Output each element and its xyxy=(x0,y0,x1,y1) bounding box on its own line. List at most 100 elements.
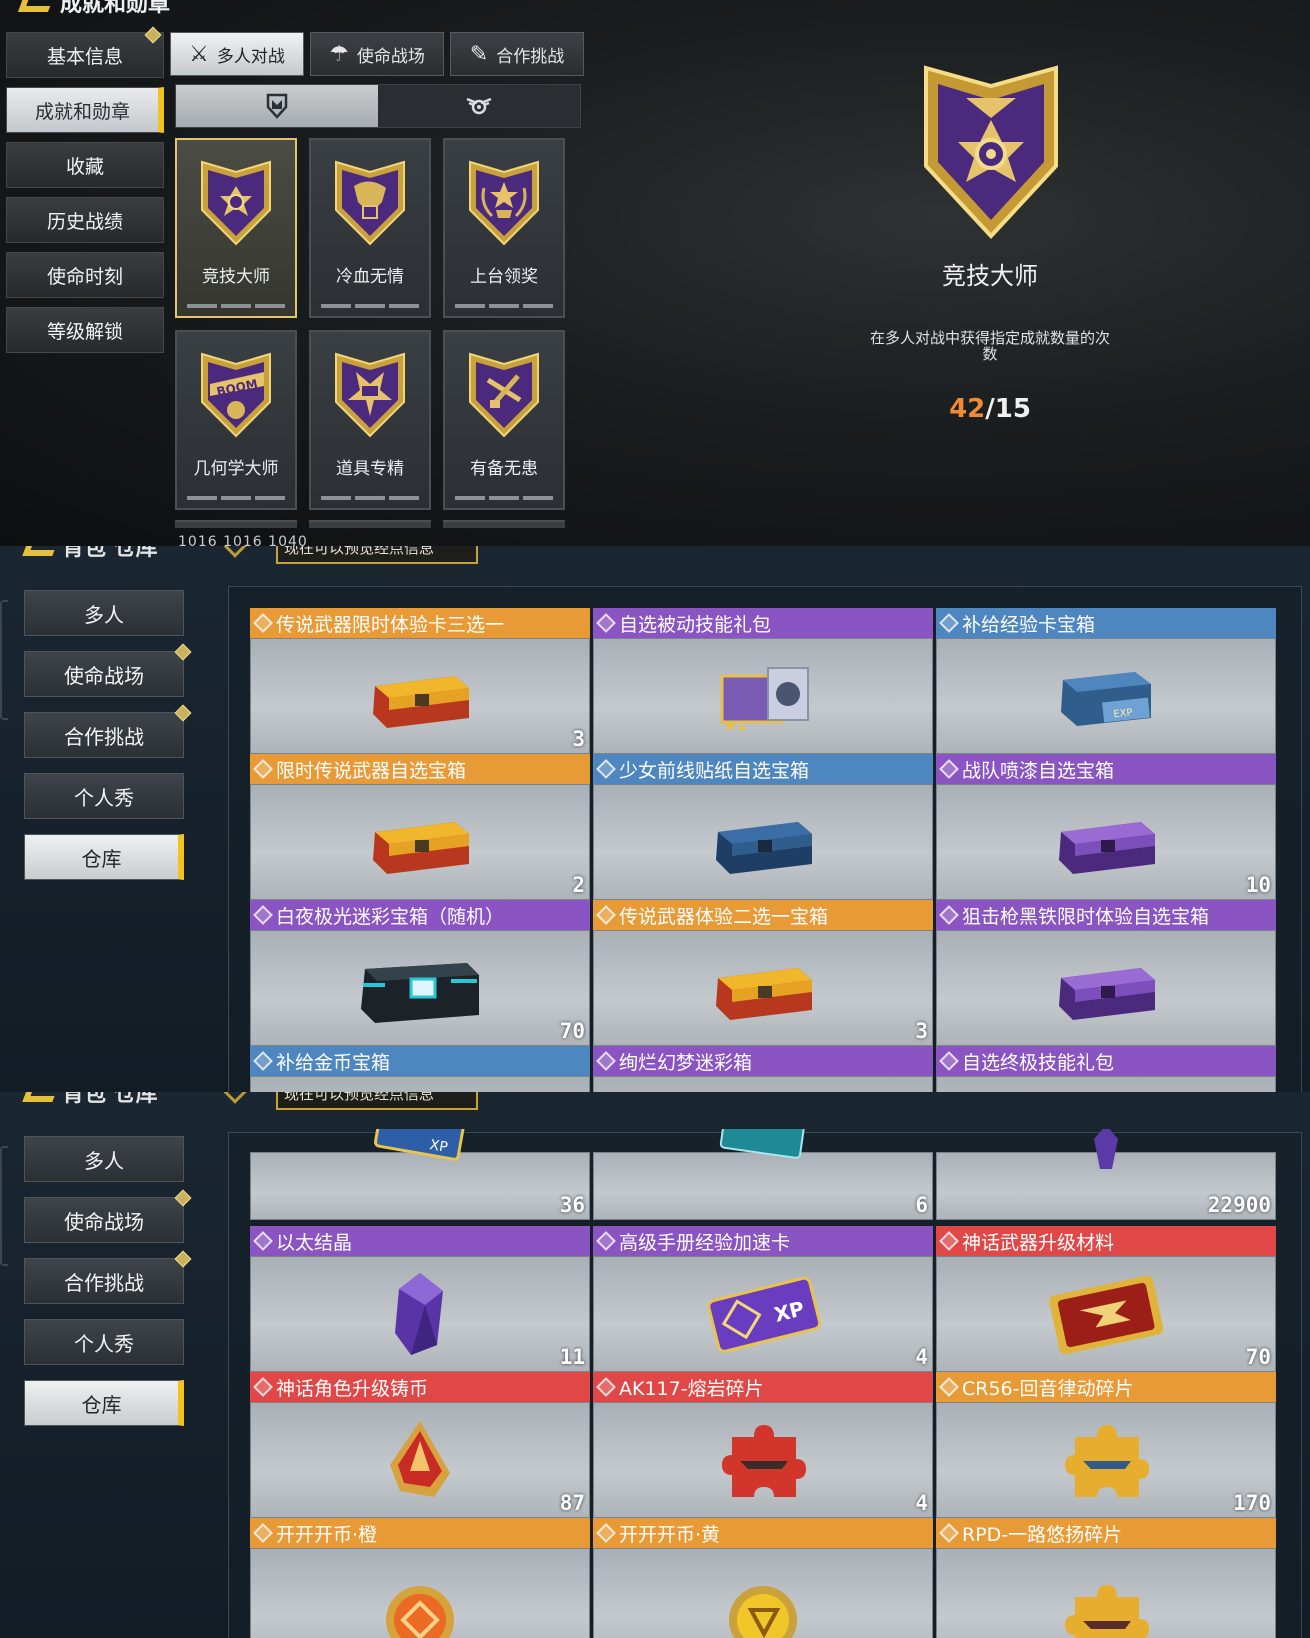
inventory-item[interactable]: 神话武器升级材料 70 xyxy=(936,1226,1276,1372)
notification-badge-icon xyxy=(174,704,192,722)
rarity-diamond-icon xyxy=(596,905,616,925)
sidebar-item-label: 历史战绩 xyxy=(46,210,123,233)
sidebar-item-label: 收藏 xyxy=(65,155,104,178)
item-count: 36 xyxy=(559,1193,585,1217)
tab-emblems[interactable] xyxy=(378,85,580,127)
warehouse-screen: 背包 仓库 现在可以预览经点信息 多人 使命战场 合作挑战 个人秀 仓库 XP 3… xyxy=(0,1092,1310,1638)
purple-crate-icon xyxy=(1059,822,1155,874)
tools-medal-icon xyxy=(469,352,539,438)
tab-coop[interactable]: ✎ 合作挑战 xyxy=(450,32,584,76)
medal-card[interactable]: 道具专精 xyxy=(309,330,431,510)
sidebar-item-multiplayer[interactable]: 多人 xyxy=(24,1136,184,1182)
info-banner[interactable]: 现在可以预览经点信息 xyxy=(276,546,478,564)
selected-medal-icon xyxy=(924,65,1058,239)
sidebar-item-label: 个人秀 xyxy=(74,785,134,810)
rarity-diamond-icon xyxy=(596,1523,616,1543)
sidebar-item-basic-info[interactable]: 基本信息 xyxy=(6,26,164,78)
inventory-item[interactable]: 限时传说武器自选宝箱 2 xyxy=(250,754,590,900)
selected-medal-description: 在多人对战中获得指定成就数量的次数 xyxy=(870,329,1111,363)
medal-card[interactable]: 上台领奖 xyxy=(443,138,565,318)
sidebar-item-label: 个人秀 xyxy=(74,1331,134,1356)
inventory-item[interactable]: 22900 xyxy=(936,1129,1276,1220)
inventory-item[interactable]: 补给经验卡宝箱 EXP xyxy=(936,608,1276,754)
rarity-diamond-icon xyxy=(253,1523,273,1543)
item-name: 神话武器升级材料 xyxy=(962,1231,1115,1254)
inventory-item[interactable]: AK117-熔岩碎片 4 xyxy=(593,1372,933,1518)
rarity-diamond-icon xyxy=(253,1377,273,1397)
inventory-item[interactable]: 补给金币宝箱 xyxy=(250,1046,590,1092)
chevron-icon xyxy=(222,1092,248,1104)
back-chevron-icon[interactable] xyxy=(22,1092,60,1102)
sidebar-item-battle-royale[interactable]: 使命战场 xyxy=(24,643,192,697)
teal-crate-icon xyxy=(361,963,479,1023)
item-count: 6 xyxy=(915,1193,928,1217)
inventory-grid: 以太结晶 11 高级手册经验加速卡 XP 4 神话武器升级材料 70 神话角色升级… xyxy=(250,1226,1276,1638)
bomb-medal-icon xyxy=(335,352,405,438)
rarity-diamond-icon xyxy=(939,905,959,925)
sidebar-item-label: 仓库 xyxy=(81,1392,122,1417)
sidebar-item-label: 使命战场 xyxy=(64,1209,144,1234)
rarity-diamond-icon xyxy=(939,1377,959,1397)
back-chevron-icon[interactable] xyxy=(22,546,60,556)
inventory-item[interactable]: 自选终极技能礼包 xyxy=(936,1046,1276,1092)
sidebar-item-collection[interactable]: 收藏 xyxy=(6,142,164,188)
medal-name: 上台领奖 xyxy=(470,267,538,287)
gold-crate-icon xyxy=(373,676,469,728)
sidebar-item-coop[interactable]: 合作挑战 xyxy=(24,704,192,758)
inventory-item[interactable]: 以太结晶 11 xyxy=(250,1226,590,1372)
medal-shield-icon xyxy=(266,93,288,119)
inventory-item[interactable]: XP 36 xyxy=(250,1129,590,1220)
inventory-item[interactable]: 开开开币·黄 xyxy=(593,1518,933,1638)
sidebar-item-coop[interactable]: 合作挑战 xyxy=(24,1250,192,1304)
sidebar-item-achievements[interactable]: 成就和勋章 xyxy=(6,87,164,133)
sidebar-item-multiplayer[interactable]: 多人 xyxy=(24,590,184,636)
medal-card[interactable]: 有备无患 xyxy=(443,330,565,510)
item-name: AK117-熔岩碎片 xyxy=(619,1377,764,1400)
tab-medals[interactable] xyxy=(176,85,378,127)
inventory-item[interactable]: 高级手册经验加速卡 XP 4 xyxy=(593,1226,933,1372)
tab-battle-royale[interactable]: ☂ 使命战场 xyxy=(310,32,444,76)
inventory-item[interactable]: 狙击枪黑铁限时体验自选宝箱 xyxy=(936,900,1276,1046)
inventory-item[interactable]: 绚烂幻梦迷彩箱 xyxy=(593,1046,933,1092)
item-name: 补给经验卡宝箱 xyxy=(962,613,1096,636)
gold-crate-icon xyxy=(716,968,812,1020)
inventory-item[interactable]: 神话角色升级铸币 87 xyxy=(250,1372,590,1518)
inventory-item[interactable]: 传说武器体验二选一宝箱 3 xyxy=(593,900,933,1046)
sidebar-item-history[interactable]: 历史战绩 xyxy=(6,197,164,243)
sidebar-item-personal-show[interactable]: 个人秀 xyxy=(24,773,184,819)
info-banner[interactable]: 现在可以预览经点信息 xyxy=(276,1092,478,1110)
sidebar-item-personal-show[interactable]: 个人秀 xyxy=(24,1319,184,1365)
sidebar-item-warehouse[interactable]: 仓库 xyxy=(24,834,184,880)
rarity-diamond-icon xyxy=(253,1231,273,1251)
red-upgrade-plate-icon xyxy=(1049,1275,1164,1355)
item-name: 以太结晶 xyxy=(276,1231,353,1254)
back-chevron-icon[interactable] xyxy=(17,0,57,12)
gold-puzzle-fragment-icon xyxy=(1065,1584,1149,1638)
nav-rail xyxy=(0,600,8,720)
medal-card[interactable]: 竞技大师 xyxy=(175,138,297,318)
inventory-grid-partial: XP 36 6 22900 xyxy=(250,1129,1276,1220)
inventory-item[interactable]: 6 xyxy=(593,1129,933,1220)
inventory-item[interactable]: CR56-回音律动碎片 170 xyxy=(936,1372,1276,1518)
inventory-item[interactable]: 战队喷漆自选宝箱 10 xyxy=(936,754,1276,900)
header-strip: 背包 仓库 现在可以预览经点信息 xyxy=(0,546,1310,568)
sidebar-item-level-unlock[interactable]: 等级解锁 xyxy=(6,307,164,353)
medal-progress-bars xyxy=(455,496,553,500)
tab-multiplayer[interactable]: ⚔ 多人对战 xyxy=(170,32,304,76)
inventory-item[interactable]: RPD-一路悠扬碎片 xyxy=(936,1518,1276,1638)
inventory-item[interactable]: 自选被动技能礼包 xyxy=(593,608,933,754)
purple-crystal-icon xyxy=(395,1273,443,1355)
progress-current: 42 xyxy=(949,394,986,424)
inventory-item[interactable]: 白夜极光迷彩宝箱（随机） 70 xyxy=(250,900,590,1046)
item-name: CR56-回音律动碎片 xyxy=(962,1377,1134,1400)
sidebar-item-battle-royale[interactable]: 使命战场 xyxy=(24,1189,192,1243)
sidebar-item-warehouse[interactable]: 仓库 xyxy=(24,1380,184,1426)
sidebar-item-label: 使命战场 xyxy=(64,663,144,688)
sidebar-item-moments[interactable]: 使命时刻 xyxy=(6,252,164,298)
inventory-item[interactable]: 传说武器限时体验卡三选一 3 xyxy=(250,608,590,754)
inventory-item[interactable]: 开开开币·橙 xyxy=(250,1518,590,1638)
inventory-item[interactable]: 少女前线贴纸自选宝箱 xyxy=(593,754,933,900)
medal-card[interactable]: BOOM 几何学大师 xyxy=(175,330,297,510)
medal-card[interactable]: 冷血无情 xyxy=(309,138,431,318)
item-count: 22900 xyxy=(1207,1193,1271,1217)
